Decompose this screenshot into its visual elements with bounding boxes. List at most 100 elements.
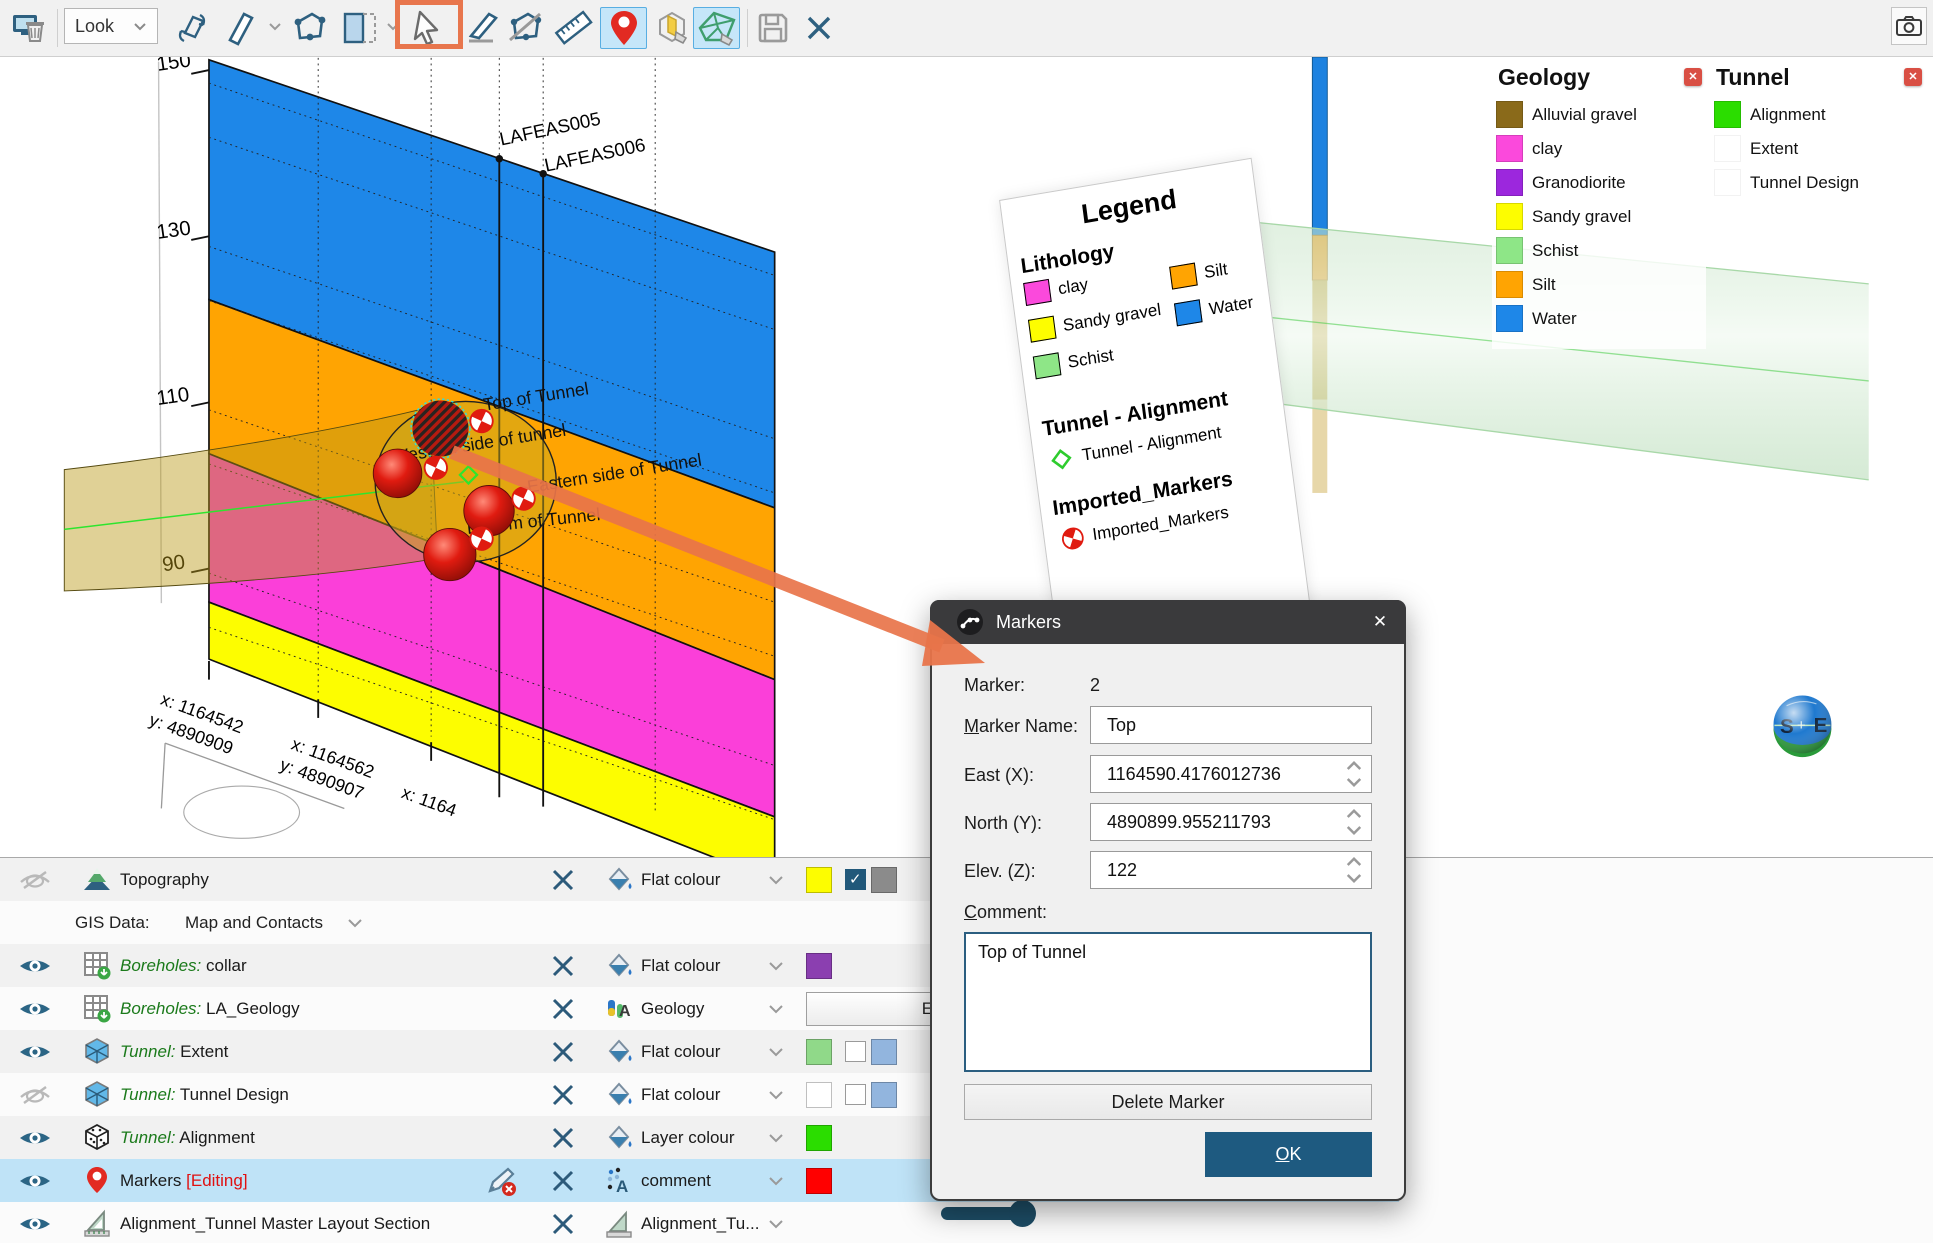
colour-swatch[interactable]	[806, 1039, 832, 1065]
visibility-hidden-icon[interactable]	[18, 868, 52, 892]
remove-shape-icon[interactable]	[549, 866, 577, 894]
save-scene-button[interactable]	[752, 7, 794, 49]
colour-swatch[interactable]	[806, 867, 832, 893]
topography-icon	[82, 864, 112, 894]
marker-sphere[interactable]	[464, 485, 514, 535]
style-select[interactable]: comment	[641, 1171, 711, 1191]
remove-shape-icon[interactable]	[549, 1081, 577, 1109]
colour-swatch[interactable]	[871, 1039, 897, 1065]
style-select[interactable]: Flat colour	[641, 1085, 720, 1105]
spinner-arrows-icon[interactable]	[1344, 855, 1364, 885]
dialog-title-bar[interactable]: Markers ✕	[930, 600, 1406, 644]
shape-label: Boreholes: collar	[120, 956, 247, 976]
tunnel-legend-close-icon[interactable]: ✕	[1904, 68, 1922, 86]
colour-swatch[interactable]	[871, 867, 897, 893]
colour-swatch[interactable]	[871, 1082, 897, 1108]
marker-label: Marker:	[964, 675, 1025, 696]
visibility-icon[interactable]	[18, 1169, 52, 1193]
draw-plane-button[interactable]	[462, 7, 504, 49]
point-size-slider[interactable]	[941, 1206, 1039, 1221]
move-slicer-button[interactable]	[219, 7, 261, 49]
markers-dialog: Markers ✕ Marker: 2 Marker Name: East (X…	[930, 600, 1406, 1201]
legend-swatch	[1714, 101, 1741, 128]
slicer-box-dropdown-chevron[interactable]	[386, 22, 400, 31]
visibility-icon[interactable]	[18, 954, 52, 978]
chevron-down-icon[interactable]	[768, 875, 784, 885]
ruler-tool-button[interactable]	[553, 7, 595, 49]
spinner-arrows-icon[interactable]	[1344, 807, 1364, 837]
chevron-down-icon[interactable]	[768, 1090, 784, 1100]
chevron-down-icon[interactable]	[768, 961, 784, 971]
chevron-down-icon[interactable]	[768, 1047, 784, 1057]
edit-mesh-button[interactable]	[693, 7, 740, 49]
paint-bucket-icon	[604, 1080, 634, 1110]
shape-row-layout-section[interactable]: Alignment_Tunnel Master Layout Section A…	[0, 1202, 1399, 1243]
remove-shape-icon[interactable]	[549, 1038, 577, 1066]
clear-scene-button[interactable]	[8, 7, 50, 49]
marker-sphere[interactable]	[424, 528, 476, 580]
slicer-box-button[interactable]	[340, 7, 382, 49]
chevron-down-icon[interactable]	[768, 1004, 784, 1014]
marker-name-input[interactable]	[1090, 706, 1372, 744]
remove-shape-icon[interactable]	[549, 1167, 577, 1195]
chevron-down-icon[interactable]	[347, 918, 363, 928]
remove-shape-icon[interactable]	[549, 1124, 577, 1152]
legend-swatch	[1714, 169, 1741, 196]
place-marker-button[interactable]	[600, 7, 647, 49]
selected-marker-sphere[interactable]	[412, 401, 468, 457]
elev-input[interactable]	[1090, 851, 1372, 889]
marker-pin-icon	[82, 1165, 112, 1195]
chevron-down-icon[interactable]	[768, 1133, 784, 1143]
edit-slice-mesh-button[interactable]	[651, 7, 693, 49]
screenshot-button[interactable]	[1891, 7, 1927, 45]
colour-swatch[interactable]	[806, 1125, 832, 1151]
geology-legend-close-icon[interactable]: ✕	[1684, 68, 1702, 86]
remove-shape-icon[interactable]	[549, 952, 577, 980]
visibility-icon[interactable]	[18, 997, 52, 1021]
cancel-editing-icon[interactable]	[484, 1165, 518, 1197]
chevron-down-icon[interactable]	[768, 1176, 784, 1186]
style-select[interactable]: Flat colour	[641, 870, 720, 890]
east-input[interactable]	[1090, 755, 1372, 793]
marker-sphere[interactable]	[373, 449, 422, 498]
comment-textarea[interactable]	[964, 932, 1372, 1072]
close-scene-button[interactable]	[798, 7, 840, 49]
elevation-label: 150	[155, 57, 192, 76]
style-select[interactable]: Alignment_Tu...	[641, 1214, 759, 1234]
look-mode-select[interactable]: Look	[64, 8, 158, 44]
style-select[interactable]: Flat colour	[641, 1042, 720, 1062]
visibility-hidden-icon[interactable]	[18, 1083, 52, 1107]
visibility-icon[interactable]	[18, 1212, 52, 1236]
colour-swatch[interactable]	[806, 1168, 832, 1194]
visibility-icon[interactable]	[18, 1126, 52, 1150]
dialog-close-icon[interactable]: ✕	[1368, 610, 1392, 634]
remove-shape-icon[interactable]	[549, 995, 577, 1023]
colour-swatch[interactable]	[806, 1082, 832, 1108]
edit-polyline-button[interactable]	[289, 7, 331, 49]
option-checkbox[interactable]	[845, 869, 866, 890]
orientation-globe[interactable]: S E +	[1774, 696, 1832, 758]
north-input[interactable]	[1090, 803, 1372, 841]
ok-button[interactable]: OK	[1205, 1132, 1372, 1177]
borehole-label: LAFEAS005	[498, 108, 603, 150]
option-checkbox[interactable]	[845, 1041, 866, 1062]
slider-knob[interactable]	[1009, 1200, 1036, 1227]
edit-polyline-slash-button[interactable]	[505, 7, 547, 49]
style-select[interactable]: Geology	[641, 999, 704, 1019]
move-slicer-dropdown-chevron[interactable]	[268, 22, 282, 31]
select-tool-button[interactable]	[406, 7, 448, 49]
chevron-down-icon[interactable]	[768, 1219, 784, 1229]
style-select[interactable]: Layer colour	[641, 1128, 735, 1148]
delete-marker-button[interactable]: Delete Marker	[964, 1084, 1372, 1120]
style-select[interactable]: Flat colour	[641, 956, 720, 976]
remove-shape-icon[interactable]	[549, 1210, 577, 1238]
spinner-arrows-icon[interactable]	[1344, 759, 1364, 789]
rotate-slicer-button[interactable]	[171, 7, 213, 49]
visibility-icon[interactable]	[18, 1040, 52, 1064]
colour-swatch[interactable]	[806, 953, 832, 979]
legend-swatch	[1033, 352, 1062, 379]
comment-label: Comment:	[964, 902, 1047, 923]
shape-label: Tunnel: Extent	[120, 1042, 228, 1062]
option-checkbox[interactable]	[845, 1084, 866, 1105]
gis-data-select[interactable]: Map and Contacts	[185, 913, 323, 933]
